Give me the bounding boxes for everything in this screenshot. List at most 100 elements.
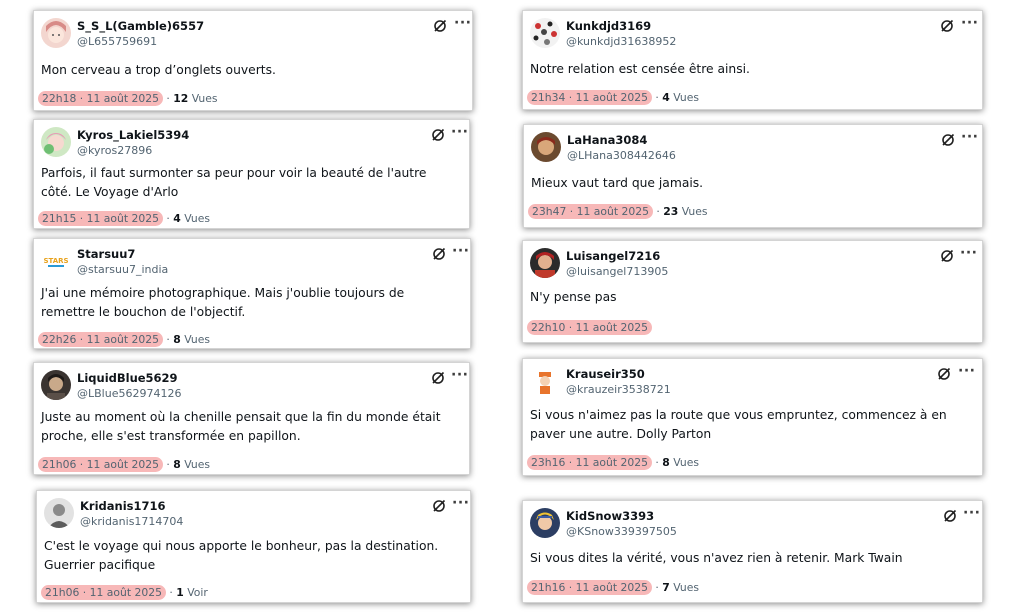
grok-icon[interactable] bbox=[431, 128, 445, 142]
meta-separator: · bbox=[163, 458, 174, 471]
views-count: 1 bbox=[176, 586, 184, 599]
blue-avatar-icon bbox=[530, 508, 560, 538]
display-name[interactable]: S_S_L(Gamble)6557 bbox=[77, 19, 204, 33]
timestamp[interactable]: 23h47 · 11 août 2025 bbox=[528, 204, 653, 219]
meta-separator: · bbox=[163, 212, 174, 225]
display-name[interactable]: Kyros_Lakiel5394 bbox=[77, 128, 189, 142]
tweet-card[interactable]: LiquidBlue5629 @LBlue562974126 ··· Juste… bbox=[33, 362, 470, 475]
timestamp[interactable]: 21h34 · 11 août 2025 bbox=[527, 90, 652, 105]
grok-icon[interactable] bbox=[940, 19, 954, 33]
tweet-card[interactable]: Luisangel7216 @luisangel713905 ··· N'y p… bbox=[522, 240, 983, 343]
user-handle[interactable]: @kridanis1714704 bbox=[80, 515, 183, 528]
tweet-card[interactable]: STARS Starsuu7 @starsuu7_india ··· J'ai … bbox=[33, 238, 471, 349]
timestamp[interactable]: 21h06 · 11 août 2025 bbox=[41, 585, 166, 600]
meta-separator: · bbox=[652, 456, 663, 469]
tweet-card[interactable]: S_S_L(Gamble)6557 @L655759691 ··· Mon ce… bbox=[33, 10, 473, 111]
user-handle[interactable]: @LHana308442646 bbox=[567, 149, 676, 162]
user-handle[interactable]: @L655759691 bbox=[77, 35, 157, 48]
display-name[interactable]: LiquidBlue5629 bbox=[77, 371, 178, 385]
more-icon[interactable]: ··· bbox=[961, 15, 978, 31]
tweet-text: N'y pense pas bbox=[530, 290, 617, 304]
timestamp[interactable]: 22h18 · 11 août 2025 bbox=[38, 91, 163, 106]
views-count: 8 bbox=[662, 456, 670, 469]
more-icon[interactable]: ··· bbox=[454, 15, 471, 31]
more-icon[interactable]: ··· bbox=[958, 363, 975, 379]
tweet-card[interactable]: Kunkdjd3169 @kunkdjd31638952 ··· Notre r… bbox=[522, 10, 983, 110]
avatar[interactable] bbox=[44, 498, 74, 528]
brown-avatar-icon bbox=[531, 132, 561, 162]
avatar[interactable] bbox=[530, 508, 560, 538]
avatar[interactable] bbox=[530, 248, 560, 278]
grok-icon[interactable] bbox=[941, 133, 955, 147]
user-handle[interactable]: @kunkdjd31638952 bbox=[566, 35, 676, 48]
grok-icon[interactable] bbox=[432, 247, 446, 261]
tweet-card[interactable]: KidSnow3393 @KSnow339397505 ··· Si vous … bbox=[522, 500, 983, 603]
more-icon[interactable]: ··· bbox=[960, 245, 977, 261]
display-name[interactable]: Kridanis1716 bbox=[80, 499, 166, 513]
meta-separator: · bbox=[652, 581, 663, 594]
avatar[interactable] bbox=[41, 370, 71, 400]
timestamp[interactable]: 23h16 · 11 août 2025 bbox=[527, 455, 652, 470]
user-handle[interactable]: @KSnow339397505 bbox=[566, 525, 677, 538]
user-handle[interactable]: @kyros27896 bbox=[77, 144, 152, 157]
views-label: Vues bbox=[669, 456, 700, 469]
views-label: Voir bbox=[183, 586, 208, 599]
tweet-text: Notre relation est censée être ainsi. bbox=[530, 62, 750, 76]
display-name[interactable]: LaHana3084 bbox=[567, 133, 647, 147]
display-name[interactable]: Kunkdjd3169 bbox=[566, 19, 651, 33]
grok-icon[interactable] bbox=[943, 509, 957, 523]
timestamp[interactable]: 21h06 · 11 août 2025 bbox=[38, 457, 163, 472]
user-handle[interactable]: @krauzeir3538721 bbox=[566, 383, 671, 396]
tweet-card[interactable]: LaHana3084 @LHana308442646 ··· Mieux vau… bbox=[523, 124, 983, 228]
more-icon[interactable]: ··· bbox=[451, 367, 468, 383]
svg-text:STARS: STARS bbox=[43, 257, 68, 265]
avatar[interactable] bbox=[530, 18, 560, 48]
grok-icon[interactable] bbox=[432, 499, 446, 513]
grok-icon[interactable] bbox=[431, 371, 445, 385]
tweet-card[interactable]: Kridanis1716 @kridanis1714704 ··· C'est … bbox=[36, 490, 471, 603]
user-handle[interactable]: @LBlue562974126 bbox=[77, 387, 181, 400]
grok-icon[interactable] bbox=[940, 249, 954, 263]
display-name[interactable]: Starsuu7 bbox=[77, 247, 135, 261]
tweet-text: Mon cerveau a trop d’onglets ouverts. bbox=[41, 63, 276, 77]
timestamp[interactable]: 22h26 · 11 août 2025 bbox=[38, 332, 163, 347]
more-icon[interactable]: ··· bbox=[452, 495, 469, 511]
display-name[interactable]: Luisangel7216 bbox=[566, 249, 660, 263]
more-icon[interactable]: ··· bbox=[963, 505, 980, 521]
timestamp[interactable]: 21h15 · 11 août 2025 bbox=[38, 211, 163, 226]
tweet-text: Si vous n'aimez pas la route que vous em… bbox=[530, 408, 947, 441]
user-handle[interactable]: @luisangel713905 bbox=[566, 265, 668, 278]
meta-separator: · bbox=[653, 205, 664, 218]
avatar[interactable] bbox=[41, 18, 71, 48]
more-icon[interactable]: ··· bbox=[961, 129, 978, 145]
tweet-meta: 21h15 · 11 août 2025 · 4 Vues bbox=[38, 211, 210, 226]
views-label: Vues bbox=[188, 92, 218, 105]
avatar[interactable]: STARS bbox=[41, 246, 71, 276]
stars-logo-avatar-icon: STARS bbox=[41, 246, 71, 276]
tweet-text: Juste au moment où la chenille pensait q… bbox=[41, 410, 441, 443]
avatar[interactable] bbox=[41, 127, 71, 157]
tweet-meta: 21h34 · 11 août 2025 · 4 Vues bbox=[527, 90, 699, 105]
tweet-meta: 22h26 · 11 août 2025 · 8 Vues bbox=[38, 332, 210, 347]
user-handle[interactable]: @starsuu7_india bbox=[77, 263, 168, 276]
tweet-card[interactable]: Kyros_Lakiel5394 @kyros27896 ··· Parfois… bbox=[33, 119, 470, 229]
views-label: Vues bbox=[180, 212, 211, 225]
views-count: 7 bbox=[662, 581, 670, 594]
tweet-text: C'est le voyage qui nous apporte le bonh… bbox=[44, 539, 439, 572]
avatar[interactable] bbox=[530, 366, 560, 396]
tweet-meta: 21h16 · 11 août 2025 · 7 Vues bbox=[527, 580, 699, 595]
timestamp[interactable]: 22h10 · 11 août 2025 bbox=[527, 320, 652, 335]
more-icon[interactable]: ··· bbox=[451, 124, 468, 140]
display-name[interactable]: KidSnow3393 bbox=[566, 509, 654, 523]
display-name[interactable]: Krauseir350 bbox=[566, 367, 645, 381]
avatar[interactable] bbox=[531, 132, 561, 162]
timestamp[interactable]: 21h16 · 11 août 2025 bbox=[527, 580, 652, 595]
grok-icon[interactable] bbox=[433, 19, 447, 33]
tweet-meta: 21h06 · 11 août 2025 · 8 Vues bbox=[38, 457, 210, 472]
more-icon[interactable]: ··· bbox=[452, 243, 469, 259]
views-count: 8 bbox=[173, 333, 181, 346]
tweet-card[interactable]: Krauseir350 @krauzeir3538721 ··· Si vous… bbox=[522, 358, 983, 476]
tweet-text: J'ai une mémoire photographique. Mais j'… bbox=[41, 286, 405, 319]
grok-icon[interactable] bbox=[937, 367, 951, 381]
views-label: Vues bbox=[669, 581, 700, 594]
